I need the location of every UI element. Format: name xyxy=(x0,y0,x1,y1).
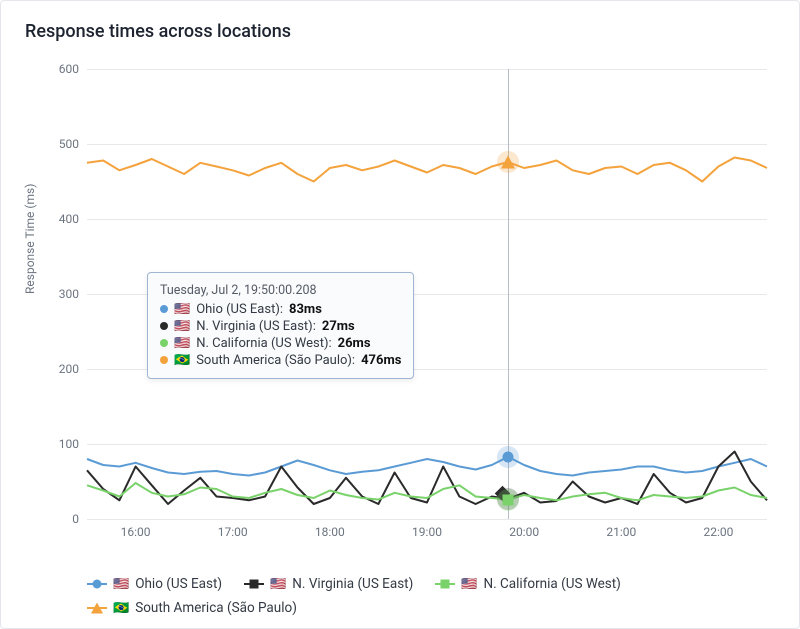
chart-tooltip: Tuesday, Jul 2, 19:50:00.208 🇺🇸 Ohio (US E… xyxy=(147,272,414,379)
flag-us-icon: 🇺🇸 xyxy=(174,337,190,350)
flag-br-icon: 🇧🇷 xyxy=(113,602,129,615)
legend-item-southamerica[interactable]: 🇧🇷 South America (São Paulo) xyxy=(87,600,297,616)
x-tick-label: 20:00 xyxy=(509,519,539,539)
series-dot-icon xyxy=(160,305,168,313)
x-tick-label: 22:00 xyxy=(703,519,733,539)
legend-label: South America (São Paulo) xyxy=(135,600,297,616)
grid-line xyxy=(87,69,767,70)
chart-legend: 🇺🇸Ohio (US East)🇺🇸N. Virginia (US East)🇺… xyxy=(87,576,775,616)
tooltip-label: South America (São Paulo): xyxy=(196,353,355,368)
flag-us-icon: 🇺🇸 xyxy=(113,578,129,591)
legend-label: N. Virginia (US East) xyxy=(292,576,413,592)
flag-us-icon: 🇺🇸 xyxy=(270,578,286,591)
series-dot-icon xyxy=(160,322,168,330)
flag-us-icon: 🇺🇸 xyxy=(174,303,190,316)
y-axis-title: Response Time (ms) xyxy=(23,184,37,294)
tooltip-value: 27ms xyxy=(322,319,355,334)
highlight-point xyxy=(502,494,513,505)
x-tick-label: 21:00 xyxy=(606,519,636,539)
flag-us-icon: 🇺🇸 xyxy=(461,578,477,591)
legend-label: N. California (US West) xyxy=(483,576,620,592)
flag-us-icon: 🇺🇸 xyxy=(174,320,190,333)
y-tick-label: 0 xyxy=(47,512,87,526)
y-tick-label: 600 xyxy=(47,62,87,76)
tooltip-row: 🇺🇸 N. California (US West): 26ms xyxy=(160,336,401,351)
y-tick-label: 300 xyxy=(47,287,87,301)
legend-label: Ohio (US East) xyxy=(135,576,222,592)
tooltip-value: 476ms xyxy=(361,353,401,368)
legend-swatch-icon xyxy=(87,602,107,614)
tooltip-header: Tuesday, Jul 2, 19:50:00.208 xyxy=(160,283,401,298)
y-tick-label: 500 xyxy=(47,137,87,151)
legend-item-nvirginia[interactable]: 🇺🇸 N. Virginia (US East) xyxy=(244,576,413,592)
x-tick-label: 19:00 xyxy=(412,519,442,539)
grid-line xyxy=(87,444,767,445)
legend-swatch-icon xyxy=(244,578,264,590)
x-tick-label: 17:00 xyxy=(218,519,248,539)
chart-card: Response times across locations Response… xyxy=(0,0,800,629)
tooltip-label: N. Virginia (US East): xyxy=(196,319,316,334)
tooltip-row: 🇺🇸 N. Virginia (US East): 27ms xyxy=(160,319,401,334)
x-tick-label: 18:00 xyxy=(315,519,345,539)
grid-line xyxy=(87,144,767,145)
flag-br-icon: 🇧🇷 xyxy=(174,354,190,367)
grid-line xyxy=(87,219,767,220)
legend-swatch-icon xyxy=(435,578,455,590)
chart-title: Response times across locations xyxy=(1,1,799,42)
legend-item-ncalifornia[interactable]: 🇺🇸 N. California (US West) xyxy=(435,576,621,592)
series-dot-icon xyxy=(160,356,168,364)
legend-item-ohio[interactable]: 🇺🇸 Ohio (US East) xyxy=(87,576,222,592)
series-line xyxy=(87,457,767,476)
tooltip-label: N. California (US West): xyxy=(196,336,331,351)
legend-swatch-icon xyxy=(87,578,107,590)
tooltip-row: 🇧🇷 South America (São Paulo): 476ms xyxy=(160,353,401,368)
tooltip-row: 🇺🇸 Ohio (US East): 83ms xyxy=(160,302,401,317)
tooltip-value: 26ms xyxy=(338,336,371,351)
y-tick-label: 400 xyxy=(47,212,87,226)
highlight-point xyxy=(502,451,513,462)
highlight-point xyxy=(501,156,515,169)
tooltip-label: Ohio (US East): xyxy=(196,302,283,317)
series-dot-icon xyxy=(160,339,168,347)
y-tick-label: 200 xyxy=(47,362,87,376)
y-tick-label: 100 xyxy=(47,437,87,451)
chart-plot-area[interactable]: 010020030040050060016:0017:0018:0019:002… xyxy=(87,69,767,519)
tooltip-value: 83ms xyxy=(289,302,322,317)
x-tick-label: 16:00 xyxy=(121,519,151,539)
series-line xyxy=(87,158,767,182)
